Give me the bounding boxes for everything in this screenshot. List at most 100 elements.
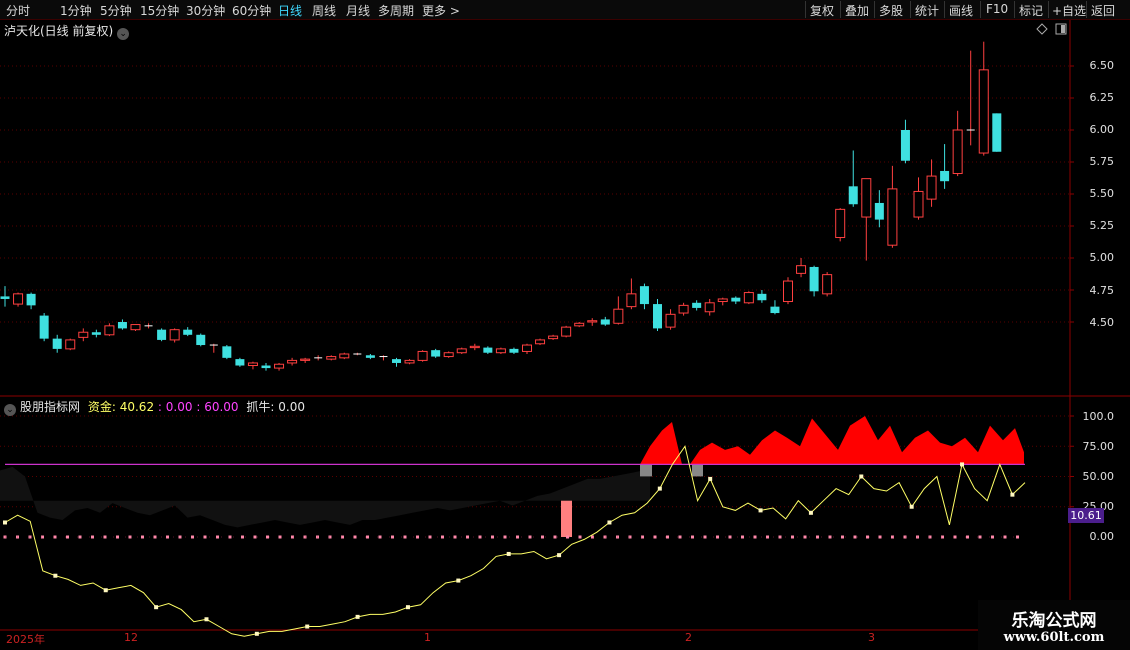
candle-down	[600, 319, 610, 325]
zero-dot	[428, 535, 432, 539]
candle-down	[91, 332, 101, 335]
indicator-tick: 50.00	[1082, 470, 1115, 483]
zero-dot	[466, 535, 469, 539]
indicator-header: ⌄ 股朋指标网 资金: 40.62 : 0.00 : 60.00 抓牛: 0.00	[4, 398, 305, 416]
zero-dot	[203, 535, 207, 539]
candle-down	[365, 355, 375, 358]
fund-marker	[405, 605, 410, 610]
zero-dot	[791, 535, 794, 539]
zero-dot	[403, 535, 407, 539]
fund-marker	[3, 520, 7, 525]
candle-down	[809, 266, 819, 292]
indicator-tick: 0.00	[1089, 530, 1115, 543]
fund-marker	[758, 508, 763, 513]
fund-marker	[204, 617, 209, 622]
zero-dot	[491, 535, 494, 539]
zero-dot	[666, 535, 669, 539]
fund-marker	[254, 631, 259, 636]
chevron-down-icon[interactable]: ⌄	[4, 404, 16, 416]
zero-dot	[741, 535, 744, 539]
zero-dot	[566, 535, 569, 539]
zero-dot	[853, 535, 857, 539]
candle-down	[235, 359, 245, 366]
candle-down	[770, 306, 780, 314]
candle-up	[522, 344, 532, 352]
candle-down	[992, 113, 1002, 152]
zero-dot	[241, 535, 244, 539]
candle-up	[535, 339, 546, 345]
candle-down	[183, 329, 193, 335]
fund-marker	[103, 588, 108, 593]
fund-marker	[1010, 492, 1015, 497]
price-tick: 5.00	[1089, 251, 1115, 264]
candle-up	[978, 69, 989, 154]
grey-block	[640, 464, 652, 477]
zero-dot	[1016, 535, 1019, 539]
zero-dot	[716, 535, 719, 539]
current-value-badge: 10.61	[1068, 508, 1104, 523]
candle-down	[900, 130, 910, 161]
catch-value: 0.00	[278, 400, 305, 414]
candle-up	[274, 363, 285, 369]
red-area	[690, 416, 1024, 465]
candle-up	[104, 325, 115, 336]
candle-up	[796, 265, 807, 274]
candles-group	[0, 41, 1002, 371]
candle-up	[574, 322, 585, 327]
candle-down	[940, 170, 950, 182]
price-tick: 5.75	[1089, 155, 1115, 168]
candle-up	[913, 190, 924, 218]
fund-marker	[808, 510, 813, 515]
zero-dot	[103, 535, 107, 539]
candle-up	[495, 348, 506, 354]
zero-dot	[191, 535, 194, 539]
watermark-title: 乐淘公式网	[1011, 611, 1097, 631]
zero-dot	[66, 535, 69, 539]
zero-dot	[178, 535, 182, 539]
fund-marker	[355, 614, 360, 619]
fund-marker	[708, 476, 713, 481]
candle-up	[626, 293, 637, 308]
price-tick: 4.75	[1089, 284, 1115, 297]
fund-marker	[154, 605, 159, 610]
zero-dot	[728, 535, 732, 539]
fund-marker	[305, 624, 310, 629]
candle-down	[26, 293, 36, 306]
fund-value: 40.62	[119, 400, 155, 414]
x-axis-label: 12	[124, 631, 138, 644]
candle-up	[65, 339, 76, 350]
candle-up	[247, 362, 258, 367]
candle-up	[404, 359, 415, 364]
zero-dot	[266, 535, 269, 539]
zero-dot	[803, 535, 807, 539]
indicator-name[interactable]: 股朋指标网	[20, 400, 80, 414]
fund-marker	[859, 474, 864, 479]
candle-up	[704, 302, 715, 313]
value-b: 60.00	[204, 400, 239, 414]
x-axis-label: 2025年	[6, 633, 45, 646]
candle-up	[561, 326, 572, 337]
zero-dot	[78, 535, 82, 539]
zero-dot	[153, 535, 157, 539]
zero-dot	[816, 535, 819, 539]
zero-dot	[1003, 535, 1007, 539]
signal-bar	[561, 500, 572, 537]
candle-down	[52, 338, 62, 349]
x-axis-label: 3	[868, 631, 875, 644]
fund-marker	[909, 504, 914, 509]
candle-up	[952, 129, 963, 175]
candle-up	[926, 175, 937, 200]
candle-down	[39, 315, 49, 339]
candle-down	[509, 348, 519, 353]
candle-down	[157, 329, 167, 340]
watermark: 乐淘公式网 www.60lt.com	[978, 600, 1130, 650]
candle-up	[743, 292, 754, 304]
zero-dot	[753, 535, 757, 539]
candle-down	[117, 322, 127, 329]
candle-down	[0, 296, 10, 299]
fund-marker	[960, 462, 965, 467]
zero-dot	[703, 535, 707, 539]
candle-up	[417, 350, 428, 361]
zero-dot	[503, 535, 507, 539]
candle-up	[548, 335, 559, 340]
